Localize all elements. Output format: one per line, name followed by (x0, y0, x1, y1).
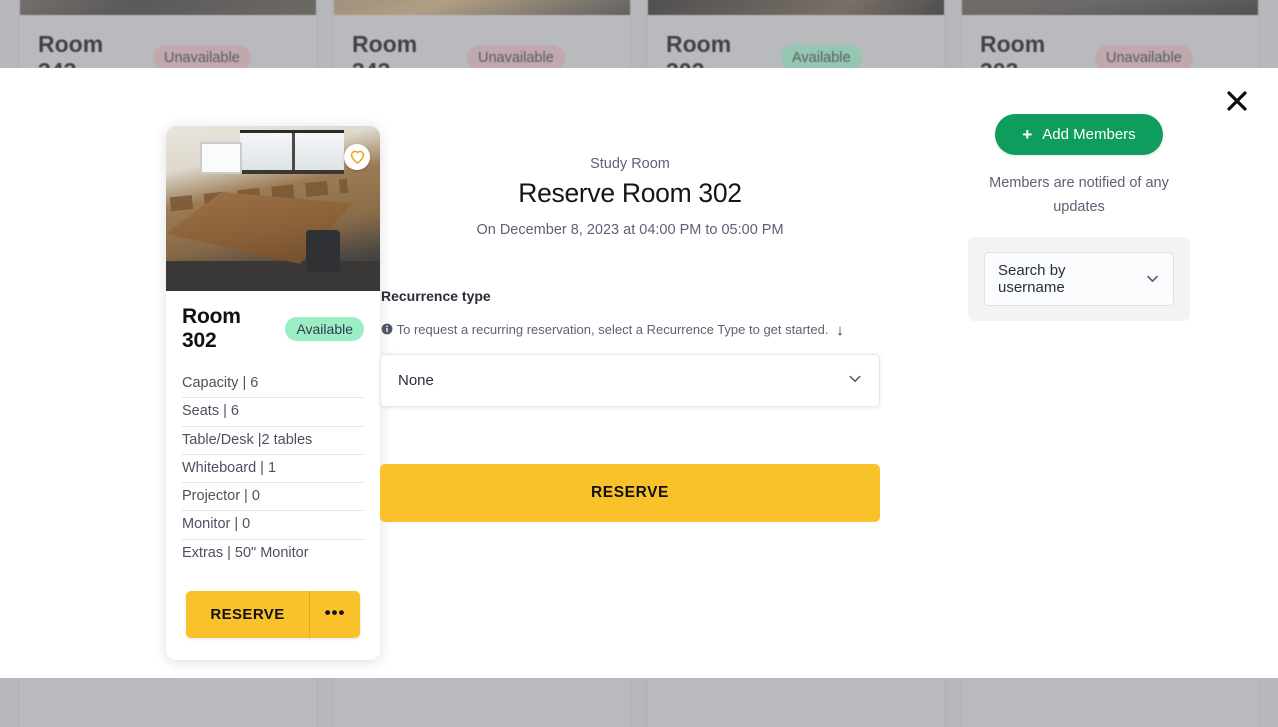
room-spec: Whiteboard | 1 (182, 455, 364, 484)
recurrence-type-select[interactable]: None (380, 354, 880, 408)
plus-icon: + (1022, 125, 1033, 144)
room-spec: Projector | 0 (182, 483, 364, 512)
room-spec: Table/Desk |2 tables (182, 427, 364, 455)
recurrence-hint-text: To request a recurring reservation, sele… (396, 322, 829, 337)
room-title: Room 302 (182, 305, 241, 352)
more-options-button[interactable]: ••• (310, 591, 360, 638)
info-icon (381, 322, 397, 337)
arrow-down-icon: ↓ (832, 322, 844, 339)
room-specs: Capacity | 6 Seats | 6 Table/Desk |2 tab… (182, 370, 364, 567)
chevron-down-icon (847, 370, 863, 391)
recurrence-hint: To request a recurring reservation, sele… (380, 318, 880, 344)
room-type-label: Study Room (590, 156, 670, 172)
recurrence-type-value: None (398, 372, 434, 390)
recurrence-type-label: Recurrence type (381, 288, 491, 304)
close-icon[interactable] (1222, 86, 1252, 116)
photo-floor (166, 261, 380, 291)
search-select-value: Search by username (998, 261, 1066, 296)
room-card-column: Room 302 Available Capacity | 6 Seats | … (0, 68, 380, 678)
room-spec: Seats | 6 (182, 398, 364, 427)
photo-whiteboard (200, 142, 242, 174)
add-members-label: Add Members (1042, 126, 1136, 143)
room-photo (166, 126, 380, 291)
reservation-datetime: On December 8, 2023 at 04:00 PM to 05:00… (476, 222, 784, 238)
members-panel: + Add Members Members are notified of an… (880, 68, 1278, 678)
chevron-down-icon (1145, 271, 1160, 286)
room-card: Room 302 Available Capacity | 6 Seats | … (166, 126, 380, 661)
add-members-button[interactable]: + Add Members (995, 114, 1163, 155)
reservation-modal: Room 302 Available Capacity | 6 Seats | … (0, 68, 1278, 678)
photo-window (240, 130, 344, 174)
room-spec: Capacity | 6 (182, 370, 364, 399)
photo-chair (306, 230, 340, 272)
reserve-button[interactable]: RESERVE (186, 591, 310, 639)
reservation-form: Study Room Reserve Room 302 On December … (380, 68, 880, 678)
room-spec: Extras | 50" Monitor (182, 544, 309, 561)
room-spec: Monitor | 0 (182, 511, 364, 540)
submit-reserve-button[interactable]: RESERVE (380, 464, 880, 523)
search-by-username-select[interactable]: Search by username (984, 251, 1174, 306)
members-note: Members are notified of any updates (989, 175, 1169, 215)
status-badge: Available (285, 317, 364, 341)
member-search-container: Search by username (968, 236, 1190, 321)
page-title: Reserve Room 302 (518, 178, 742, 208)
heart-icon[interactable] (344, 144, 370, 170)
room-card-actions: RESERVE ••• (186, 591, 360, 639)
